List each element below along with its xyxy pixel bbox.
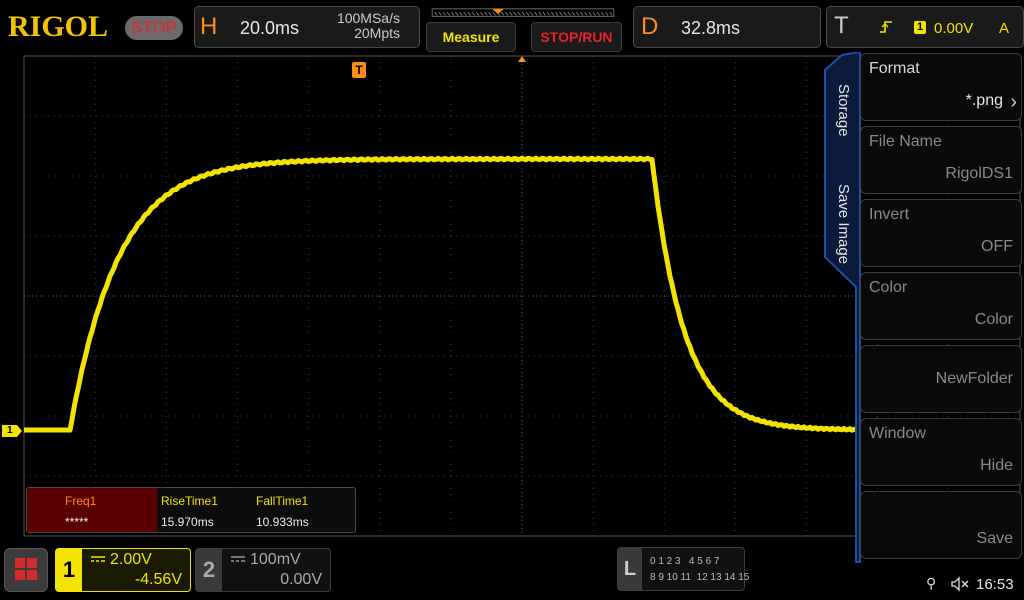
tab-save-image[interactable]: Save Image [832, 180, 854, 280]
menu-save[interactable]: Save [860, 491, 1022, 559]
ch2-offset: 0.00V [280, 571, 322, 588]
menu-value: Hide [980, 457, 1013, 474]
menu-value: *.png [965, 92, 1003, 109]
menu-label: File Name [869, 133, 942, 150]
speaker-muted-icon[interactable] [950, 576, 970, 592]
dc-coupling-icon [231, 556, 245, 562]
measurement-value: 10.933ms [256, 515, 309, 529]
trigger-position-marker [518, 56, 526, 62]
logic-channels-high: 8 9 10 11 12 13 14 15 [650, 572, 750, 583]
logic-channels-low: 0 1 2 3 4 5 6 7 [650, 556, 720, 567]
menu-value: NewFolder [935, 370, 1013, 387]
measurement-value: 15.970ms [161, 515, 214, 529]
logic-analyzer-settings[interactable]: L 0 1 2 3 4 5 6 7 8 9 10 11 12 13 14 15 [617, 547, 749, 591]
measurement-panel: Freq1 ***** RiseTime1 15.970ms FallTime1… [26, 487, 356, 533]
logic-label: L [618, 548, 642, 590]
ch1-number: 1 [56, 549, 82, 591]
menu-file-name[interactable]: File Name RigolDS1 [860, 126, 1022, 194]
measurement-header: Freq1 [65, 494, 97, 508]
ch1-offset: -4.56V [134, 571, 182, 588]
menu-invert[interactable]: Invert OFF [860, 199, 1022, 267]
menu-value: RigolDS1 [945, 165, 1013, 182]
main-menu-button[interactable] [4, 548, 48, 592]
system-clock: 16:53 [976, 576, 1014, 593]
menu-label: Format [869, 60, 920, 77]
measurement-header: RiseTime1 [161, 494, 218, 508]
menu-value: Color [974, 311, 1013, 328]
measurement-freq[interactable]: Freq1 ***** [27, 488, 157, 532]
dc-coupling-icon [91, 556, 105, 562]
grid-menu-icon [15, 558, 37, 580]
menu-value: Save [976, 530, 1013, 547]
measurement-risetime[interactable]: RiseTime1 15.970ms [157, 488, 253, 532]
menu-format[interactable]: Format *.png › [860, 53, 1022, 121]
ch2-number: 2 [196, 549, 222, 591]
tab-label: Save Image [835, 184, 852, 265]
menu-window[interactable]: Window Hide [860, 418, 1022, 486]
menu-value: OFF [981, 238, 1013, 255]
ch1-settings[interactable]: 1 2.00V -4.56V [55, 548, 191, 592]
ch2-scale: 100mV [250, 551, 301, 568]
tab-storage[interactable]: Storage [832, 80, 854, 170]
menu-label: Invert [869, 206, 910, 223]
menu-new-folder[interactable]: NewFolder [860, 345, 1022, 413]
ch1-marker-label: 1 [7, 425, 13, 436]
menu-label: Window [869, 425, 926, 442]
measurement-falltime[interactable]: FallTime1 10.933ms [253, 488, 353, 532]
ch2-settings[interactable]: 2 100mV 0.00V [195, 548, 331, 592]
ch1-scale: 2.00V [110, 551, 152, 568]
usb-icon: ⚲ [926, 575, 937, 591]
measurement-header: FallTime1 [256, 494, 309, 508]
tab-label: Storage [835, 84, 852, 137]
trigger-level-marker[interactable]: T [352, 62, 366, 78]
chevron-right-icon: › [1010, 91, 1017, 113]
menu-label: Color [869, 279, 908, 296]
menu-color[interactable]: Color Color [860, 272, 1022, 340]
measurement-value: ***** [65, 515, 89, 529]
